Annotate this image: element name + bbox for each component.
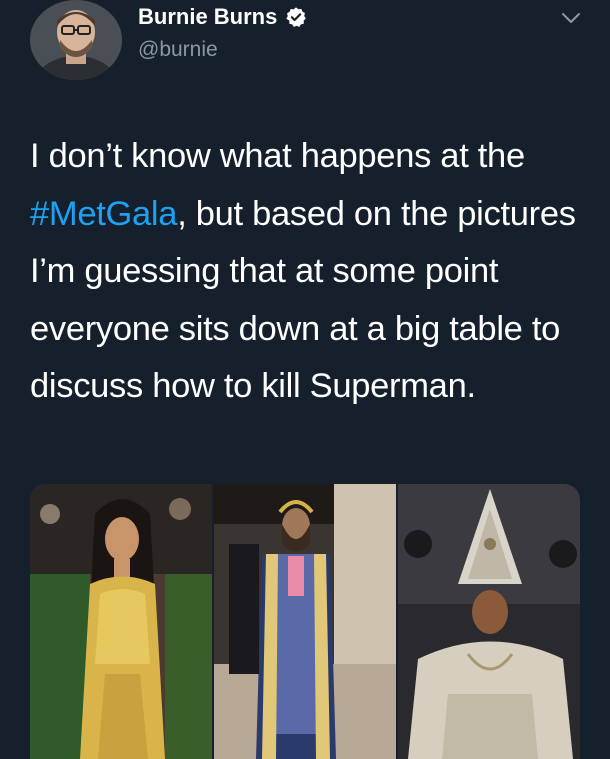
woman-in-gold-gown-photo: [30, 484, 213, 759]
chevron-down-icon[interactable]: [560, 10, 582, 26]
author-avatar[interactable]: [30, 0, 122, 80]
author-handle[interactable]: @burnie: [138, 38, 218, 62]
woman-in-jeweled-mitre-photo: [397, 484, 580, 759]
tweet-text: I don’t know what happens at the #MetGal…: [30, 128, 590, 416]
author-name[interactable]: Burnie Burns: [138, 4, 277, 30]
media-photo-3[interactable]: [397, 484, 580, 759]
hashtag-link[interactable]: #MetGala: [30, 195, 177, 233]
verified-badge-icon: [286, 7, 307, 27]
avatar-photo-icon: [30, 0, 122, 80]
media-photo-1[interactable]: [30, 484, 213, 759]
tweet-text-before: I don’t know what happens at the: [30, 137, 525, 175]
media-photo-2[interactable]: [214, 484, 396, 759]
tweet-media-grid: [30, 484, 580, 759]
man-in-embroidered-robe-photo: [214, 484, 396, 759]
